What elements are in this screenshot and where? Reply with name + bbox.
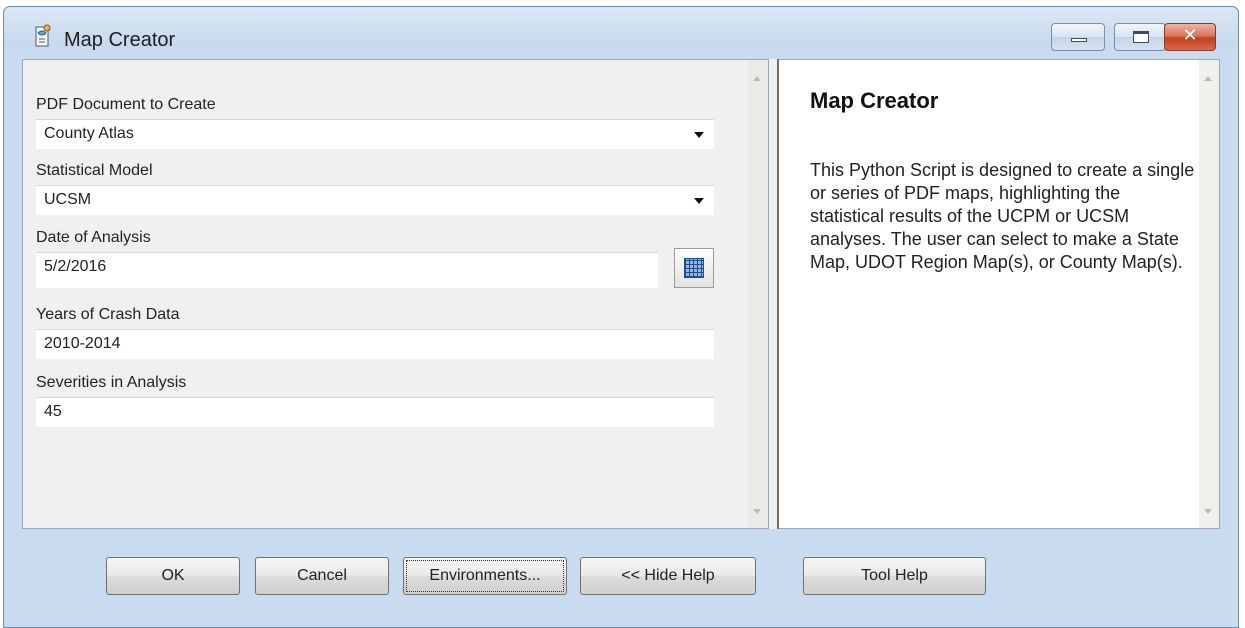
minimize-button[interactable] <box>1051 23 1105 51</box>
maximize-icon <box>1133 31 1149 43</box>
ok-button[interactable]: OK <box>106 557 240 595</box>
parameters-scrollbar[interactable] <box>748 60 768 528</box>
title-bar[interactable]: Map Creator ✕ <box>4 7 1238 51</box>
minimize-icon <box>1071 38 1087 42</box>
chevron-down-icon[interactable] <box>694 198 704 204</box>
pdf-document-dropdown[interactable]: County Atlas <box>36 119 714 149</box>
date-of-analysis-label: Date of Analysis <box>36 229 151 246</box>
help-scrollbar[interactable] <box>1199 60 1219 528</box>
years-of-crash-data-input[interactable]: 2010-2014 <box>36 329 714 359</box>
window-title: Map Creator <box>64 29 176 51</box>
scroll-up-arrow-icon[interactable] <box>1204 76 1212 81</box>
severities-label: Severities in Analysis <box>36 374 187 391</box>
close-button[interactable]: ✕ <box>1164 23 1216 51</box>
help-title: Map Creator <box>810 88 939 113</box>
severities-input[interactable]: 45 <box>36 397 714 427</box>
scroll-up-arrow-icon[interactable] <box>753 76 761 81</box>
years-of-crash-data-label: Years of Crash Data <box>36 306 180 323</box>
hide-help-button[interactable]: << Hide Help <box>580 557 756 595</box>
scroll-down-arrow-icon[interactable] <box>1204 509 1212 514</box>
toolbox-script-icon <box>35 24 51 47</box>
date-of-analysis-value: 5/2/2016 <box>44 258 107 275</box>
pdf-document-value: County Atlas <box>44 125 134 142</box>
statistical-model-label: Statistical Model <box>36 162 153 179</box>
help-pane <box>779 59 1220 529</box>
statistical-model-dropdown[interactable]: UCSM <box>36 185 714 215</box>
cancel-button[interactable]: Cancel <box>255 557 389 595</box>
close-icon: ✕ <box>1182 25 1198 46</box>
calendar-button[interactable] <box>674 248 714 288</box>
environments-button[interactable]: Environments... <box>403 557 567 595</box>
years-of-crash-data-value: 2010-2014 <box>44 335 121 352</box>
help-description: This Python Script is designed to create… <box>810 160 1195 272</box>
statistical-model-value: UCSM <box>44 191 92 208</box>
calendar-icon <box>684 258 704 278</box>
chevron-down-icon[interactable] <box>694 132 704 138</box>
tool-help-button[interactable]: Tool Help <box>803 557 986 595</box>
pdf-document-label: PDF Document to Create <box>36 96 216 113</box>
scroll-down-arrow-icon[interactable] <box>753 509 761 514</box>
pane-splitter[interactable] <box>769 59 779 529</box>
maximize-button[interactable] <box>1114 23 1166 51</box>
date-of-analysis-input[interactable]: 5/2/2016 <box>36 252 658 288</box>
severities-value: 45 <box>44 403 62 420</box>
